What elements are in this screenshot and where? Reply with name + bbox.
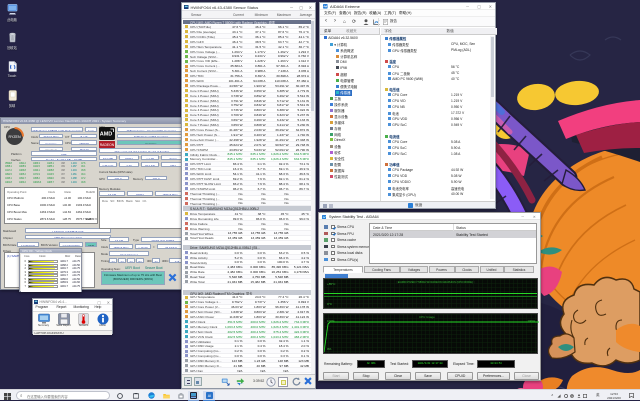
svg-text:RADEON: RADEON [100, 143, 115, 147]
svg-text:G: G [571, 395, 573, 398]
svg-text:RYZEN: RYZEN [8, 135, 21, 139]
svg-text:AMD: AMD [100, 132, 113, 138]
svg-text:AI: AI [207, 394, 210, 398]
